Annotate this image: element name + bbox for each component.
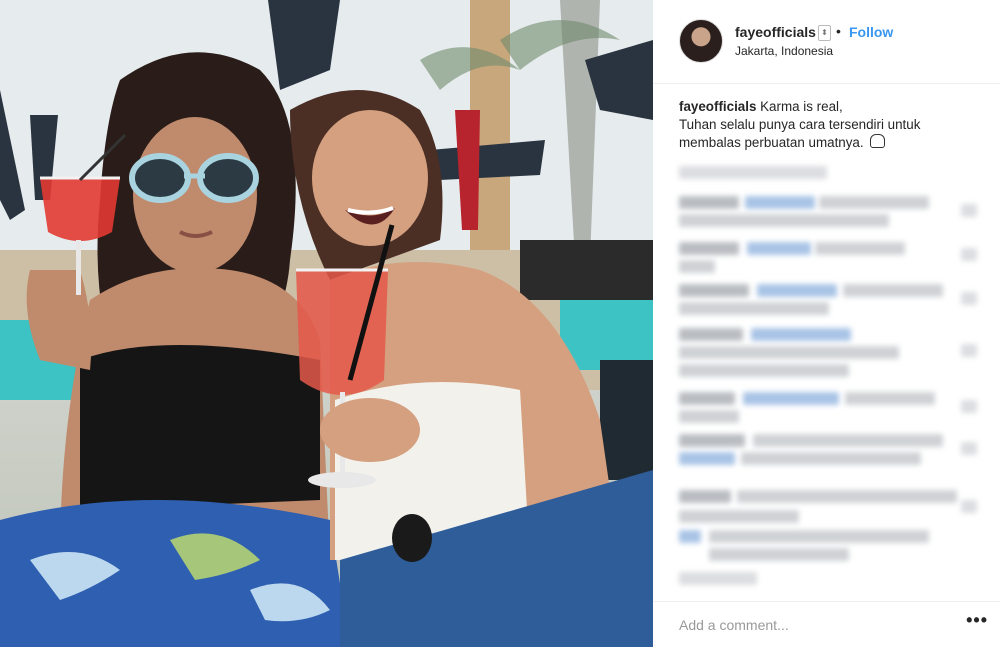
comment-username: [679, 434, 745, 447]
comment-username: [679, 242, 739, 255]
comment-emoji: [679, 530, 701, 543]
comment-like-icon[interactable]: [961, 292, 977, 305]
comment-username: [679, 196, 739, 209]
comment-mention: [747, 242, 811, 255]
add-comment-input[interactable]: Add a comment...: [679, 617, 789, 633]
comments-list: [679, 160, 989, 590]
comment-text: [679, 410, 739, 423]
avatar[interactable]: [679, 19, 723, 63]
caption-line-2: Tuhan selalu punya cara tersendiri untuk: [679, 117, 921, 132]
post-photo[interactable]: [0, 0, 653, 647]
comment-text: [679, 346, 899, 359]
caption-username[interactable]: fayeofficials: [679, 99, 756, 114]
comment-mention: [743, 392, 839, 405]
sort-arrows-icon: ⬍: [818, 25, 831, 41]
comment-like-icon[interactable]: [961, 400, 977, 413]
comment-text: [843, 284, 943, 297]
comment-text: [679, 260, 715, 273]
comment-mention: [757, 284, 837, 297]
comment-text: [679, 510, 799, 523]
comment-text: [679, 302, 829, 315]
headphones-emoji-icon: [870, 134, 886, 148]
follow-button[interactable]: Follow: [849, 24, 893, 40]
add-comment-bar: Add a comment... •••: [653, 601, 1000, 648]
comment-like-icon[interactable]: [961, 344, 977, 357]
more-options-icon[interactable]: •••: [966, 610, 988, 631]
username-link[interactable]: fayeofficials: [735, 24, 816, 40]
comment-text: [815, 242, 905, 255]
comment-text: [709, 530, 929, 543]
caption-line-3: membalas perbuatan umatnya.: [679, 135, 864, 150]
comment-text: [709, 548, 849, 561]
post-sidebar: fayeofficials ⬍ • Follow Jakarta, Indone…: [653, 0, 1000, 647]
photo-illustration: [0, 0, 653, 647]
comment-text: [741, 452, 921, 465]
comment-like-icon[interactable]: [961, 442, 977, 455]
comment-mention: [679, 452, 735, 465]
comment-username: [679, 328, 743, 341]
comment-username: [679, 392, 735, 405]
comment-mention: [751, 328, 851, 341]
comment-like-icon[interactable]: [961, 248, 977, 261]
comment-text: [679, 214, 889, 227]
comment-like-icon[interactable]: [961, 204, 977, 217]
comment-text: [845, 392, 935, 405]
comment-text: [679, 364, 849, 377]
comment-username: [679, 284, 749, 297]
load-more-comments[interactable]: [679, 166, 827, 179]
comment-username: [679, 490, 731, 503]
post-header: fayeofficials ⬍ • Follow Jakarta, Indone…: [653, 0, 1000, 84]
follow-separator: •: [836, 23, 841, 39]
instagram-post: fayeofficials ⬍ • Follow Jakarta, Indone…: [0, 0, 1000, 647]
comment-mention: [745, 196, 815, 209]
post-caption: fayeofficials Karma is real, Tuhan selal…: [679, 98, 979, 152]
comment-text: [679, 572, 757, 585]
caption-line-1: Karma is real,: [756, 99, 843, 114]
comment-like-icon[interactable]: [961, 500, 977, 513]
comment-text: [819, 196, 929, 209]
comment-text: [737, 490, 957, 503]
location-link[interactable]: Jakarta, Indonesia: [735, 44, 833, 58]
comment-text: [753, 434, 943, 447]
